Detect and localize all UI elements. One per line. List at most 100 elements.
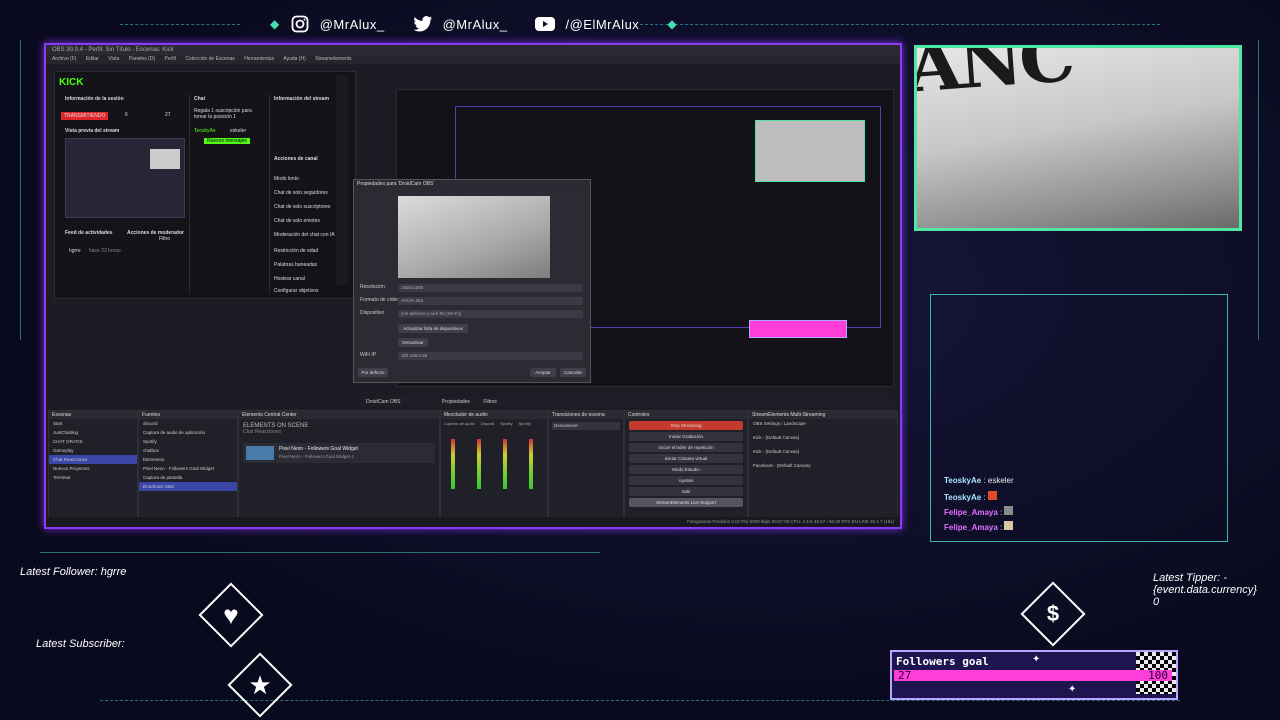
new-messages-pill[interactable]: Nuevos mensajes [204, 138, 250, 144]
chat-username: Felipe_Amaya [944, 523, 998, 532]
followers-goal-widget: Followers goal 27 100 ✦ ✦ [890, 650, 1178, 700]
mod-title: Acciones de moderador [127, 230, 184, 236]
menu-item[interactable]: Colección de Escenas [185, 56, 234, 62]
replay-buffer-button[interactable]: Iniciar el búfer de repetición [629, 443, 743, 452]
accept-button[interactable]: Aceptar [530, 368, 556, 377]
shirt-print: ANC [914, 45, 1075, 109]
volume-meter [477, 439, 481, 489]
emote-icon [987, 491, 997, 500]
dock-title: Transiciones de escena [549, 411, 623, 419]
source-item[interactable]: Pixel Neon - Followers Goal Widget [139, 464, 237, 473]
kick-dock: KICK Información de la sesión TRANSMITIE… [54, 71, 356, 299]
action-item[interactable]: Configurar objetivos [274, 288, 318, 294]
video-format-select[interactable]: AVC/H.264 [398, 297, 583, 305]
resolution-select[interactable]: 1920x1080 [398, 284, 583, 292]
viewer-count: 6 [125, 112, 128, 118]
refresh-devices-button[interactable]: Actualizar lista de dispositivos [398, 324, 468, 333]
sparkle-icon: ✦ [1068, 684, 1077, 695]
stream-preview-thumb [65, 138, 185, 218]
dock-title: Fuentes [139, 411, 237, 419]
source-item[interactable]: DroidCam OBS [139, 482, 237, 491]
menu-item[interactable]: Editar [86, 56, 99, 62]
source-item[interactable]: Elementos [139, 455, 237, 464]
nested-webcam-preview [755, 120, 865, 182]
menu-item[interactable]: Vista [108, 56, 119, 62]
scene-item[interactable]: Nuevos Proyectos [49, 464, 137, 473]
element-name: Pixel Neon - Followers Goal Widget [279, 446, 358, 452]
multistream-target[interactable]: Kick - (Default Canvas) [749, 447, 897, 461]
action-item[interactable]: Moderación del chat con IA [274, 232, 335, 238]
multistream-target[interactable]: OBS Settings / Landscape [749, 419, 897, 433]
selected-source-name: DroidCam OBS [366, 399, 401, 405]
studio-mode-button[interactable]: Modo Estudio [629, 465, 743, 474]
action-item[interactable]: Chat de solo seguidores [274, 190, 328, 196]
controls-dock: Controles Stop Streaming Iniciar Grabaci… [624, 410, 748, 518]
hud-line [640, 24, 1160, 25]
hud-line [40, 552, 600, 553]
scene-item[interactable]: Gameplay [49, 446, 137, 455]
webcam-feed: ANC [914, 45, 1242, 231]
defaults-button[interactable]: Por defecto [358, 368, 388, 377]
menu-item[interactable]: Herramientas [244, 56, 274, 62]
menu-item[interactable]: Archivo (F) [52, 56, 76, 62]
action-item[interactable]: Palabras baneadas [274, 262, 317, 268]
scene-item[interactable]: JustChatting [49, 428, 137, 437]
transitions-dock: Transiciones de escena Desvanecer [548, 410, 624, 518]
menu-item[interactable]: Paneles (D) [129, 56, 155, 62]
device-select[interactable]: (Un teléfono y wi-fi Rx (Wi-Fi)) [398, 310, 583, 318]
dialog-row-label: Formato de vídeo [360, 297, 400, 303]
menu-item[interactable]: Perfil [165, 56, 176, 62]
stream-info-title: Información del stream [274, 96, 330, 102]
live-support-button[interactable]: StreamElements Live Support [629, 498, 743, 507]
scene-item[interactable]: Chat Reacciones [49, 455, 137, 464]
source-filters-button[interactable]: Filtros [483, 399, 497, 405]
source-item[interactable]: discord [139, 419, 237, 428]
multistream-target[interactable]: Kick - (Default Canvas) [749, 433, 897, 447]
scene-item[interactable]: Terminar [49, 473, 137, 482]
transition-select[interactable]: Desvanecer [552, 422, 620, 430]
wifi-ip-field[interactable]: 192.168.0.86 [398, 352, 583, 360]
element-card[interactable]: Pixel Neon - Followers Goal Widget Pixel… [243, 443, 435, 463]
vertical-toolbar [336, 75, 348, 285]
dock-title: Elements Central Center [239, 411, 439, 419]
latest-follower-label: Latest Follower: hgrre [20, 566, 127, 578]
chat-line: TeoskyAe : [944, 491, 997, 502]
goal-title: Followers goal [896, 655, 989, 668]
obs-status-bar: Fotogramas Perdidos 0 (0.0%) 6000 kbps 0… [46, 517, 900, 527]
filter-button[interactable]: Filtro [159, 236, 170, 242]
action-item[interactable]: Hostear canal [274, 276, 305, 282]
action-item[interactable]: Restricción de edad [274, 248, 318, 254]
scene-item[interactable]: CHAT GRATIS [49, 437, 137, 446]
menu-item[interactable]: Streamelements [315, 56, 351, 62]
source-item[interactable]: Captura de audio de aplicación [139, 428, 237, 437]
exit-button[interactable]: Salir [629, 487, 743, 496]
source-item[interactable]: chatbox [139, 446, 237, 455]
chat-overlay-frame [930, 294, 1228, 542]
action-item[interactable]: Chat de solo suscriptores [274, 204, 330, 210]
volume-meter [503, 439, 507, 489]
action-item[interactable]: Chat de solo emotes [274, 218, 320, 224]
multistream-target[interactable]: Facebook - (Default Canvas) [749, 461, 897, 475]
kick-chat-panel: Chat Regala 1 suscripción para tomar la … [189, 94, 266, 294]
heart-icon: ♥ [223, 599, 239, 630]
menu-item[interactable]: Ayuda (H) [283, 56, 305, 62]
cancel-button[interactable]: Cancelar [560, 368, 586, 377]
scene-item[interactable]: Start [49, 419, 137, 428]
settings-button[interactable]: Ajustes [629, 476, 743, 485]
source-properties-button[interactable]: Propiedades [442, 399, 470, 405]
chat-message: eskeler [230, 128, 247, 134]
preview-cam [150, 149, 180, 169]
virtual-camera-button[interactable]: Iniciar Cámara virtual [629, 454, 743, 463]
mixer-channel: Captura de audio [444, 421, 475, 426]
source-item[interactable]: Spotify [139, 437, 237, 446]
disconnect-button[interactable]: Desactivar [398, 338, 428, 347]
obs-window: OBS 30.0.4 - Perfil: Sin Título - Escena… [44, 43, 902, 529]
dock-title: Escenas [49, 411, 137, 419]
action-item[interactable]: Modo lento [274, 176, 299, 182]
start-recording-button[interactable]: Iniciar Grabación [629, 432, 743, 441]
latest-tipper-label: Latest Tipper: - [1153, 572, 1227, 584]
volume-meter [451, 439, 455, 489]
stop-streaming-button[interactable]: Stop Streaming [629, 421, 743, 430]
source-item[interactable]: Captura de pantalla [139, 473, 237, 482]
sources-dock: Fuentes discord Captura de audio de apli… [138, 410, 238, 518]
